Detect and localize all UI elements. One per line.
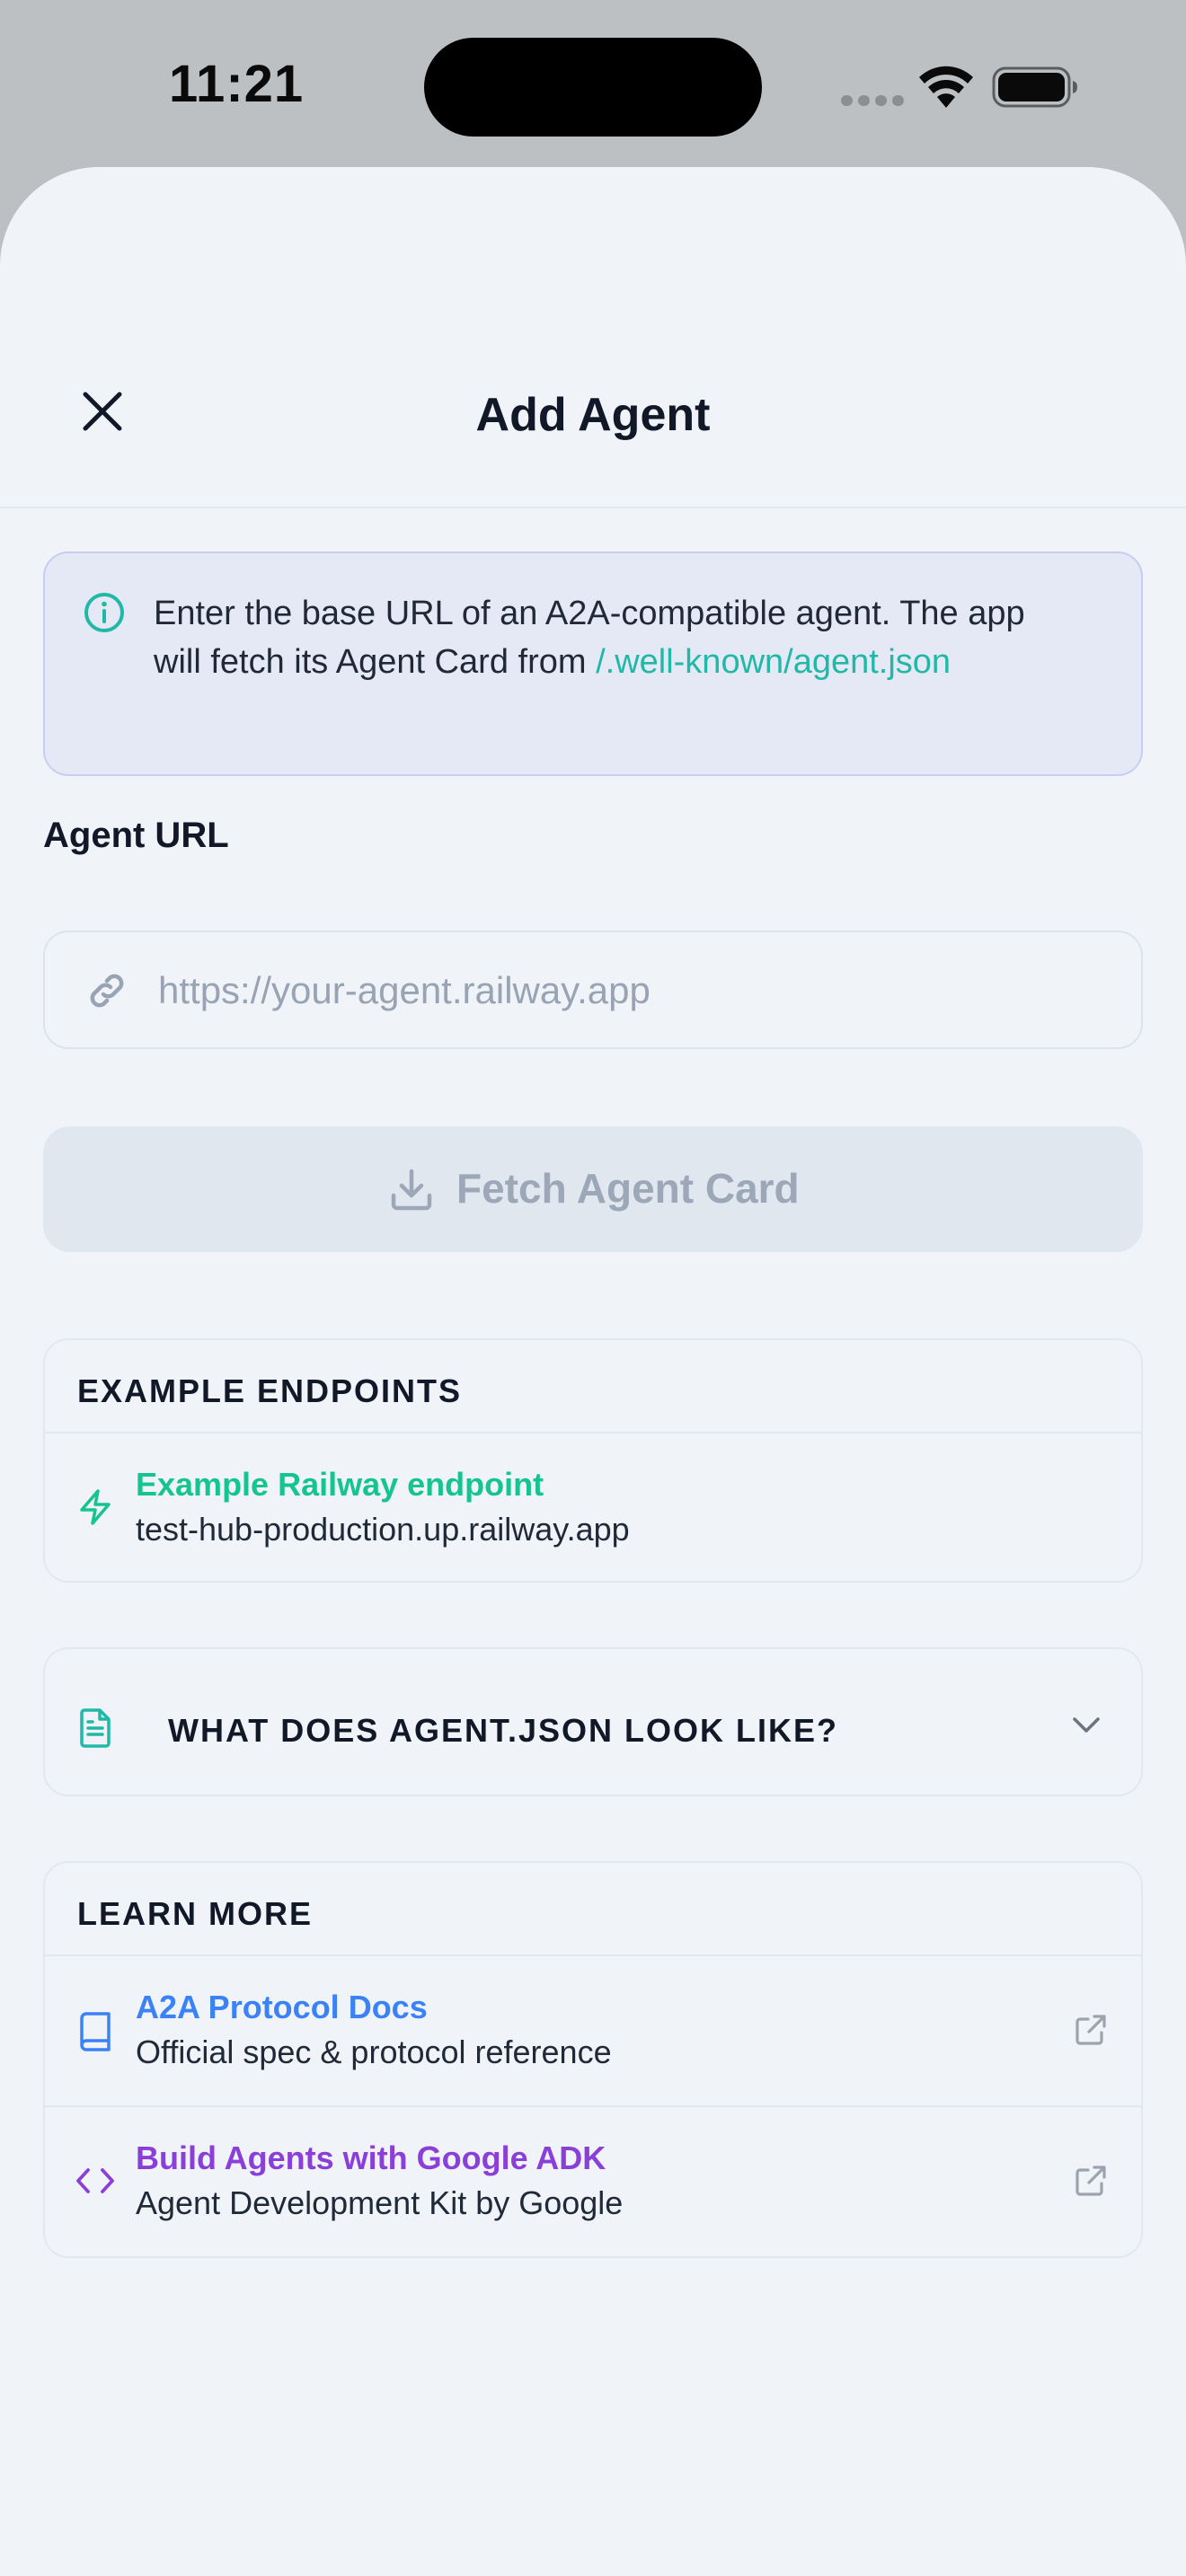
- document-icon: [80, 1708, 111, 1748]
- header-divider: [0, 507, 1186, 508]
- lightning-icon: [80, 1489, 111, 1525]
- external-link-icon: [1075, 2015, 1106, 2045]
- external-link-icon: [1075, 2166, 1106, 2196]
- google-adk-subtitle: Agent Development Kit by Google: [136, 2184, 624, 2221]
- agent-url-label: Agent URL: [43, 816, 229, 855]
- well-known-link[interactable]: /.well-known/agent.json: [596, 643, 951, 681]
- example-endpoint-url: test-hub-production.up.railway.app: [136, 1511, 630, 1548]
- agent-json-heading: WHAT DOES AGENT.JSON LOOK LIKE?: [168, 1712, 839, 1749]
- chevron-down-icon: [1073, 1717, 1100, 1733]
- agent-url-input[interactable]: [158, 959, 1111, 1022]
- dynamic-island: [424, 38, 762, 137]
- battery-icon: [992, 66, 1077, 108]
- example-endpoint-title: Example Railway endpoint: [136, 1466, 544, 1503]
- code-icon: [76, 2168, 114, 2193]
- status-bar: 11:21: [0, 0, 1186, 167]
- link-icon: [90, 974, 124, 1008]
- info-text: Enter the base URL of an A2A-compatible …: [154, 589, 1061, 686]
- a2a-docs-title: A2A Protocol Docs: [136, 1989, 428, 2025]
- wifi-icon: [919, 66, 973, 108]
- cellular-signal-icon: [841, 95, 904, 106]
- a2a-docs-subtitle: Official spec & protocol reference: [136, 2033, 612, 2070]
- google-adk-title: Build Agents with Google ADK: [136, 2139, 606, 2176]
- example-endpoint-item[interactable]: [45, 1434, 1141, 1581]
- fetch-button-label: Fetch Agent Card: [456, 1165, 800, 1212]
- book-icon: [80, 2012, 111, 2051]
- google-adk-link[interactable]: [45, 2107, 1141, 2256]
- page-title: Add Agent: [475, 389, 711, 441]
- download-icon: [391, 1169, 432, 1211]
- a2a-docs-link[interactable]: [45, 1956, 1141, 2105]
- learn-more-heading: LEARN MORE: [77, 1895, 313, 1932]
- status-time: 11:21: [169, 55, 305, 113]
- info-icon: [84, 593, 124, 632]
- example-endpoints-heading: EXAMPLE ENDPOINTS: [77, 1372, 463, 1409]
